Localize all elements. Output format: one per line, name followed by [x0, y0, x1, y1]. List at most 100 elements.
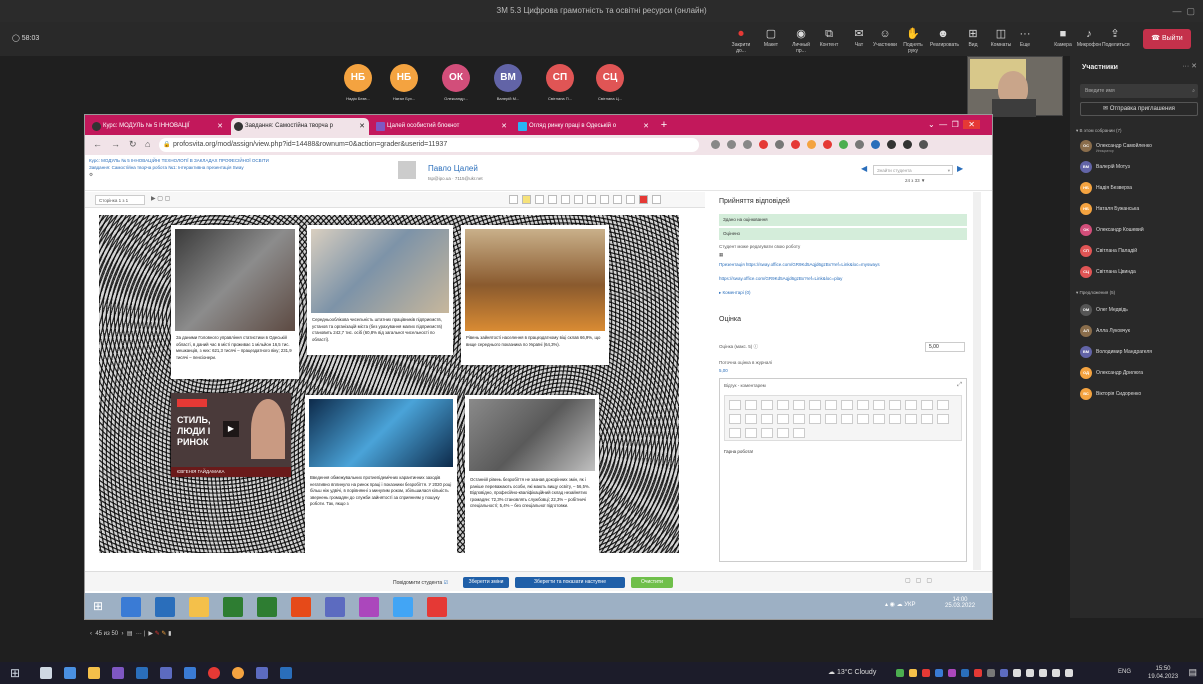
annotation-tool-icon[interactable]	[626, 195, 635, 204]
more-icon[interactable]: ···	[136, 631, 142, 637]
remote-app-icon[interactable]	[257, 597, 277, 617]
extension-icon[interactable]	[743, 140, 752, 149]
settings-gear-icon[interactable]: ⚙	[89, 172, 93, 178]
editor-format-button[interactable]	[857, 414, 869, 424]
tab-notebook[interactable]: Цалей особистий блокнот ✕	[373, 118, 511, 135]
extension-icon[interactable]	[823, 140, 832, 149]
close-tab-icon[interactable]: ✕	[643, 118, 649, 135]
remote-app-icon[interactable]	[393, 597, 413, 617]
extension-icon[interactable]	[871, 140, 880, 149]
tray-icon[interactable]	[974, 669, 982, 677]
language-indicator[interactable]: ENG	[1118, 669, 1131, 675]
tab-assignment[interactable]: Завдання: Самостійна творча р ✕	[231, 118, 369, 135]
in-meeting-section[interactable]: ▾ В этом собрании (7)	[1076, 128, 1121, 134]
home-icon[interactable]: ⌂	[145, 139, 150, 149]
close-window-icon[interactable]: ✕	[963, 120, 980, 129]
expand-icon[interactable]: ⤢	[957, 382, 962, 389]
annotation-tool-icon[interactable]	[574, 195, 583, 204]
host-clock[interactable]: 15:50 19.04.2023	[1148, 665, 1178, 681]
extension-icon[interactable]	[839, 140, 848, 149]
slides-icon[interactable]: ▤	[127, 631, 133, 637]
editor-format-button[interactable]	[937, 400, 949, 410]
remote-app-icon[interactable]	[121, 597, 141, 617]
editor-format-button[interactable]	[857, 400, 869, 410]
play-icon[interactable]: ▶	[223, 421, 239, 437]
window-controls[interactable]: — ▢	[1172, 0, 1195, 22]
suggested-section[interactable]: ▾ Предложения (5)	[1076, 290, 1115, 296]
annotation-tool-icon[interactable]	[522, 195, 531, 204]
annotation-tool-icon[interactable]	[535, 195, 544, 204]
extension-icon[interactable]	[759, 140, 768, 149]
toolbar-button-chat[interactable]: ✉ Чат	[846, 26, 872, 48]
checkbox-icon[interactable]: ☑	[444, 580, 448, 586]
editor-format-button[interactable]	[793, 400, 805, 410]
extension-icon[interactable]	[727, 140, 736, 149]
tray-icon[interactable]	[1026, 669, 1034, 677]
toolbar-button-share[interactable]: ⇪ Поделиться	[1102, 26, 1130, 48]
new-tab-button[interactable]: +	[657, 118, 671, 132]
editor-format-button[interactable]	[729, 400, 741, 410]
save-and-next-button[interactable]: Зберегти та показати наступне	[515, 577, 625, 588]
next-slide-icon[interactable]: ›	[121, 631, 123, 637]
toolbar-button-smile[interactable]: ☻ Реагировать	[930, 26, 959, 48]
prev-slide-icon[interactable]: ‹	[90, 631, 92, 637]
participant-avatar[interactable]: СП	[546, 64, 574, 92]
student-select[interactable]: Знайти студента ▾	[873, 165, 953, 175]
breadcrumb-course[interactable]: Курс: МОДУЛЬ № 5 ІННОВАЦІЙНІ ТЕХНОЛОГІЇ …	[89, 158, 269, 163]
extension-icon[interactable]	[807, 140, 816, 149]
next-student-icon[interactable]: ▶	[957, 164, 963, 173]
tray-icon[interactable]	[896, 669, 904, 677]
feedback-textarea[interactable]: Гарна робота!	[724, 449, 753, 454]
forward-icon[interactable]: →	[111, 139, 120, 149]
participant-search-input[interactable]: Введите имя ⌕	[1080, 84, 1198, 98]
url-field[interactable]: 🔒 profosvita.org/mod/assign/view.php?id=1…	[159, 138, 699, 152]
extension-icon[interactable]	[711, 140, 720, 149]
extension-icon[interactable]	[855, 140, 864, 149]
editor-format-button[interactable]	[825, 414, 837, 424]
editor-format-button[interactable]	[745, 428, 757, 438]
host-app-icon[interactable]	[88, 667, 100, 679]
editor-format-button[interactable]	[841, 400, 853, 410]
tab-labor-market[interactable]: Огляд ринку праці в Одеській о ✕	[515, 118, 653, 135]
reload-icon[interactable]: ↻	[129, 139, 137, 150]
toolbar-button-grid[interactable]: ⊞ Вид	[960, 26, 986, 48]
annotation-tool-icon[interactable]	[613, 195, 622, 204]
tray-icon[interactable]	[935, 669, 943, 677]
editor-format-button[interactable]	[873, 414, 885, 424]
breadcrumb-assignment[interactable]: Завдання: Самостійна творча робота №1: І…	[89, 165, 244, 170]
remote-app-icon[interactable]	[291, 597, 311, 617]
participant-row[interactable]: НБ Наталя Бужанська	[1080, 203, 1200, 217]
close-tab-icon[interactable]: ✕	[359, 118, 365, 135]
editor-format-button[interactable]	[777, 428, 789, 438]
toolbar-button-rooms[interactable]: ◫ Комнаты	[988, 26, 1014, 48]
tray-icon[interactable]	[909, 669, 917, 677]
annotation-tool-icon[interactable]	[509, 195, 518, 204]
extension-icon[interactable]	[775, 140, 784, 149]
editor-format-button[interactable]	[905, 400, 917, 410]
host-app-icon[interactable]	[232, 667, 244, 679]
participant-row[interactable]: НБ Надія Безверха	[1080, 182, 1200, 196]
editor-format-button[interactable]	[777, 414, 789, 424]
annotation-tool-icon[interactable]	[561, 195, 570, 204]
editor-format-button[interactable]	[841, 414, 853, 424]
participant-avatar[interactable]: НБ	[390, 64, 418, 92]
annotation-tool-icon[interactable]	[600, 195, 609, 204]
editor-format-button[interactable]	[937, 414, 949, 424]
invite-button[interactable]: ✉ Отправка приглашения	[1080, 102, 1198, 116]
tray-icon[interactable]	[948, 669, 956, 677]
browser-window-controls[interactable]: ⌄ — ❐ ✕	[928, 115, 992, 135]
editor-format-button[interactable]	[761, 414, 773, 424]
page-select[interactable]: Сторінка 1 з 1	[95, 195, 145, 205]
editor-format-button[interactable]	[889, 400, 901, 410]
editor-format-button[interactable]	[809, 400, 821, 410]
weather-widget[interactable]: ☁ 13°C Cloudy	[828, 668, 876, 676]
participant-row[interactable]: ОМ Олег Медвідь	[1080, 304, 1200, 318]
pen-icon[interactable]: ✎	[155, 631, 160, 637]
eraser-icon[interactable]: ▮	[168, 631, 171, 637]
host-app-icon[interactable]	[40, 667, 52, 679]
toolbar-button-record[interactable]: ⏺ Закрити до...	[728, 26, 754, 54]
participant-avatar[interactable]: ОК	[442, 64, 470, 92]
prev-student-icon[interactable]: ◀	[861, 164, 867, 173]
extension-icon[interactable]	[791, 140, 800, 149]
host-app-icon[interactable]	[112, 667, 124, 679]
